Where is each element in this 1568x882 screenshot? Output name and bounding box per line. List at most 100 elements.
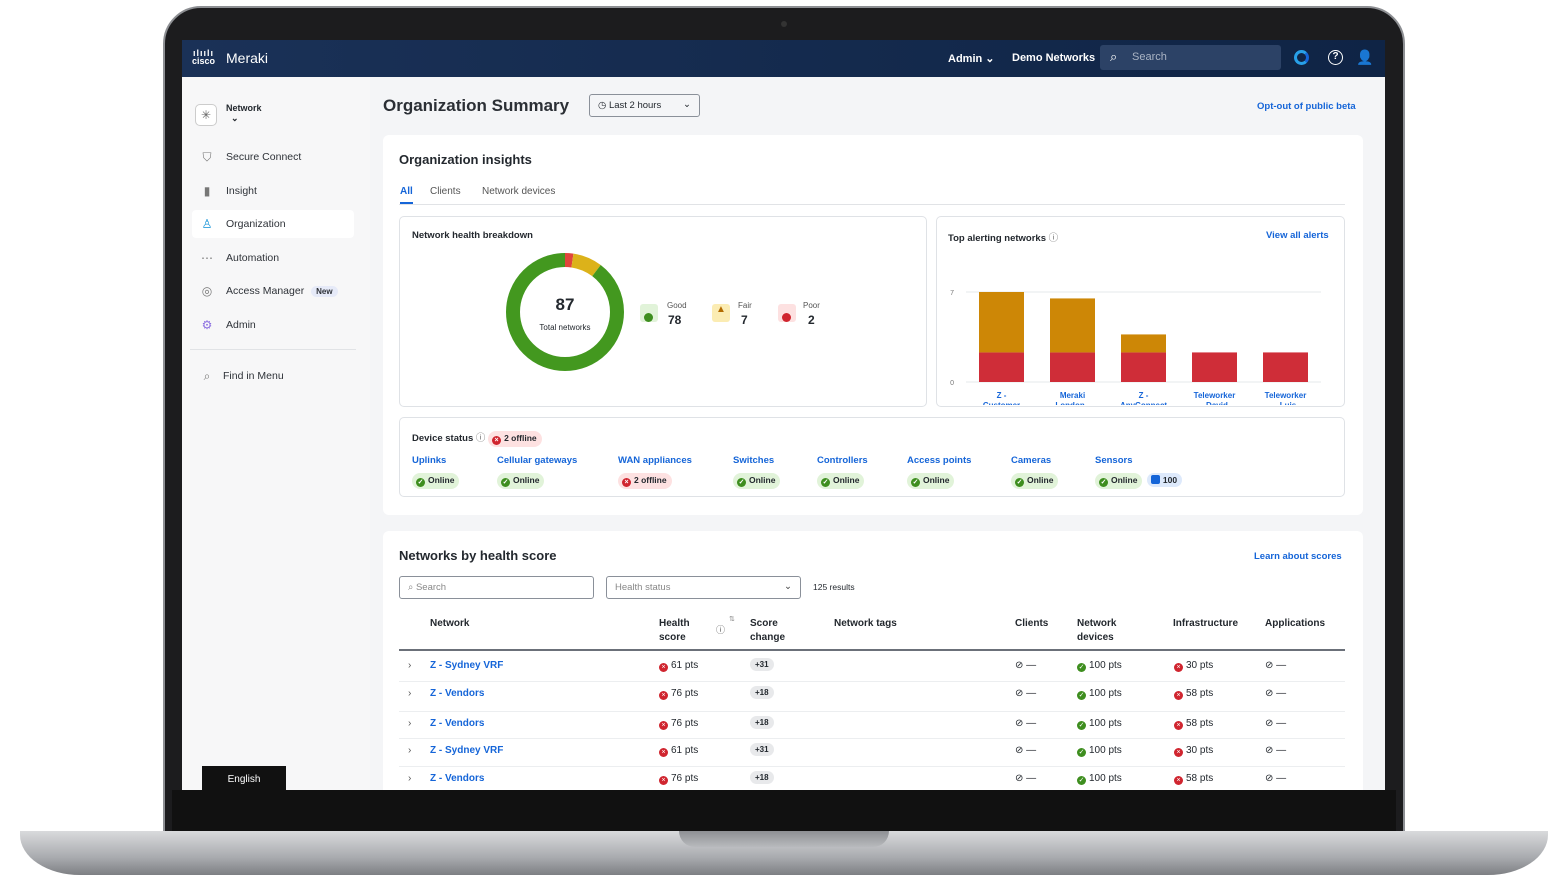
app-name[interactable]: Meraki	[226, 50, 268, 66]
device-type-link[interactable]: Cameras	[1011, 455, 1058, 466]
sort-icon[interactable]: ⇅	[729, 615, 735, 623]
device-type-2[interactable]: WAN appliances × 2 offline	[618, 455, 692, 489]
tab-network-devices[interactable]: Network devices	[482, 186, 555, 197]
health-score: × 76 pts	[659, 688, 698, 700]
device-type-3[interactable]: Switches ✓ Online	[733, 455, 781, 489]
poor-label: Poor	[803, 301, 820, 310]
sidebar-item-automation[interactable]: ⋯ Automation	[192, 244, 354, 272]
device-type-7[interactable]: Sensors ✓ Online 100	[1095, 455, 1183, 489]
bar-4-series-0[interactable]	[1263, 352, 1308, 382]
clock-icon: ◷	[598, 100, 607, 111]
search-input[interactable]: ⌕ Search	[1100, 45, 1281, 70]
col-clients[interactable]: Clients	[1015, 617, 1048, 631]
bar-1-series-1[interactable]	[1050, 298, 1095, 353]
score-change-badge: +18	[750, 716, 774, 729]
x-category-label[interactable]: Z -CustomerZeroStaging	[983, 391, 1020, 405]
device-type-link[interactable]: Switches	[733, 455, 780, 466]
device-type-link[interactable]: WAN appliances	[618, 455, 692, 466]
device-type-5[interactable]: Access points ✓ Online	[907, 455, 971, 489]
admin-menu[interactable]: Admin ⌄	[948, 52, 995, 65]
table-row[interactable]: › Z - Sydney VRF × 61 pts +31 ⊘ — ✓ 100 pt…	[182, 738, 1385, 762]
top-bar: ılıılı cisco Meraki Admin ⌄ Demo Networks…	[182, 40, 1385, 77]
view-all-alerts-link[interactable]: View all alerts	[1266, 230, 1329, 241]
bar-0-series-1[interactable]	[979, 292, 1024, 353]
expand-chevron-icon[interactable]: ›	[408, 660, 411, 671]
device-type-0[interactable]: Uplinks ✓ Online	[412, 455, 460, 489]
infrastructure-score: × 30 pts	[1174, 745, 1213, 757]
table-row[interactable]: › Z - Sydney VRF × 61 pts +31 ⊘ — ✓ 100 pt…	[182, 653, 1385, 677]
device-type-1[interactable]: Cellular gateways ✓ Online	[497, 455, 577, 489]
network-link[interactable]: Z - Vendors	[430, 688, 484, 699]
sidebar-item-access-manager[interactable]: ◎ Access Manager New	[192, 277, 354, 305]
na-icon: ⊘	[1265, 773, 1274, 784]
table-row[interactable]: › Z - Vendors × 76 pts +18 ⊘ — ✓ 100 pts ×…	[182, 766, 1385, 790]
col-applications[interactable]: Applications	[1265, 617, 1325, 631]
device-status-badge: ✓ Online	[497, 473, 545, 489]
bar-2-series-0[interactable]	[1121, 352, 1166, 382]
opt-out-link[interactable]: Opt-out of public beta	[1257, 101, 1356, 112]
device-status-badge: × 2 offline	[618, 473, 672, 489]
check-icon: ✓	[501, 478, 510, 487]
info-icon: ⓘ	[716, 625, 726, 635]
laptop-chin	[172, 790, 1396, 832]
sidebar-item-secure-connect[interactable]: ⛉ Secure Connect	[192, 143, 354, 171]
infrastructure-score: × 58 pts	[1174, 688, 1213, 700]
expand-chevron-icon[interactable]: ›	[408, 718, 411, 729]
applications-value: ⊘ —	[1265, 660, 1287, 671]
col-score-change[interactable]: Score change	[750, 617, 790, 645]
health-score: × 76 pts	[659, 718, 698, 730]
network-selector[interactable]: Network ⌄	[226, 103, 262, 124]
chevron-down-icon: ⌄	[231, 113, 239, 123]
x-category-label[interactable]: MerakiLondon -Finsbury...	[1053, 391, 1093, 405]
device-type-link[interactable]: Sensors	[1095, 455, 1182, 466]
bar-1-series-0[interactable]	[1050, 352, 1095, 382]
expand-chevron-icon[interactable]: ›	[408, 688, 411, 699]
device-type-link[interactable]: Controllers	[817, 455, 868, 466]
tab-clients[interactable]: Clients	[430, 186, 461, 197]
tab-all[interactable]: All	[400, 186, 413, 204]
network-link[interactable]: Z - Vendors	[430, 773, 484, 784]
device-type-link[interactable]: Uplinks	[412, 455, 459, 466]
bar-3-series-0[interactable]	[1192, 352, 1237, 382]
bar-2-series-1[interactable]	[1121, 334, 1166, 353]
x-category-label[interactable]: Teleworker- DavidHardek	[1194, 391, 1236, 405]
col-network-devices[interactable]: Network devices	[1077, 617, 1127, 645]
time-range-select[interactable]: ◷ Last 2 hours ⌄	[589, 94, 700, 117]
network-search-input[interactable]: ⌕ Search	[399, 576, 594, 599]
learn-about-scores-link[interactable]: Learn about scores	[1254, 551, 1342, 562]
col-network-tags[interactable]: Network tags	[834, 617, 897, 631]
col-network[interactable]: Network	[430, 617, 469, 631]
sidebar-item-insight[interactable]: ▮ Insight	[192, 177, 354, 205]
x-category-label[interactable]: Z -AnyConnectsygr1	[1120, 391, 1167, 405]
col-health-score[interactable]: Health score	[659, 617, 699, 645]
table-row[interactable]: › Z - Vendors × 76 pts +18 ⊘ — ✓ 100 pts ×…	[182, 711, 1385, 735]
sidebar-item-label: Insight	[226, 185, 257, 197]
col-infrastructure[interactable]: Infrastructure	[1173, 617, 1238, 631]
x-category-label[interactable]: Teleworker- LuisTirado	[1265, 391, 1307, 405]
error-icon: ×	[1174, 691, 1183, 700]
device-type-4[interactable]: Controllers ✓ Online	[817, 455, 868, 489]
device-type-link[interactable]: Access points	[907, 455, 971, 466]
network-link[interactable]: Z - Sydney VRF	[430, 745, 503, 756]
ai-assistant-icon[interactable]	[1294, 50, 1309, 65]
bar-0-series-0[interactable]	[979, 352, 1024, 382]
table-row[interactable]: › Z - Vendors × 76 pts +18 ⊘ — ✓ 100 pts ×…	[182, 681, 1385, 705]
expand-chevron-icon[interactable]: ›	[408, 773, 411, 784]
check-icon: ✓	[416, 478, 425, 487]
user-icon[interactable]: 👤	[1356, 49, 1373, 66]
health-status-select[interactable]: Health status ⌄	[606, 576, 801, 599]
infrastructure-score: × 58 pts	[1174, 773, 1213, 785]
expand-chevron-icon[interactable]: ›	[408, 745, 411, 756]
health-title: Network health breakdown	[412, 230, 533, 241]
org-selector[interactable]: Demo Networks	[1012, 52, 1095, 64]
sidebar-item-organization[interactable]: ♙ Organization	[192, 210, 354, 238]
find-in-menu[interactable]: ⌕ Find in Menu	[192, 362, 354, 390]
help-icon[interactable]: ?	[1328, 50, 1343, 65]
warning-icon: ▲	[712, 304, 730, 322]
device-type-6[interactable]: Cameras ✓ Online	[1011, 455, 1059, 489]
network-link[interactable]: Z - Vendors	[430, 718, 484, 729]
device-type-link[interactable]: Cellular gateways	[497, 455, 577, 466]
na-icon: ⊘	[1015, 745, 1024, 756]
network-link[interactable]: Z - Sydney VRF	[430, 660, 503, 671]
sidebar-item-admin[interactable]: ⚙ Admin	[192, 311, 354, 339]
